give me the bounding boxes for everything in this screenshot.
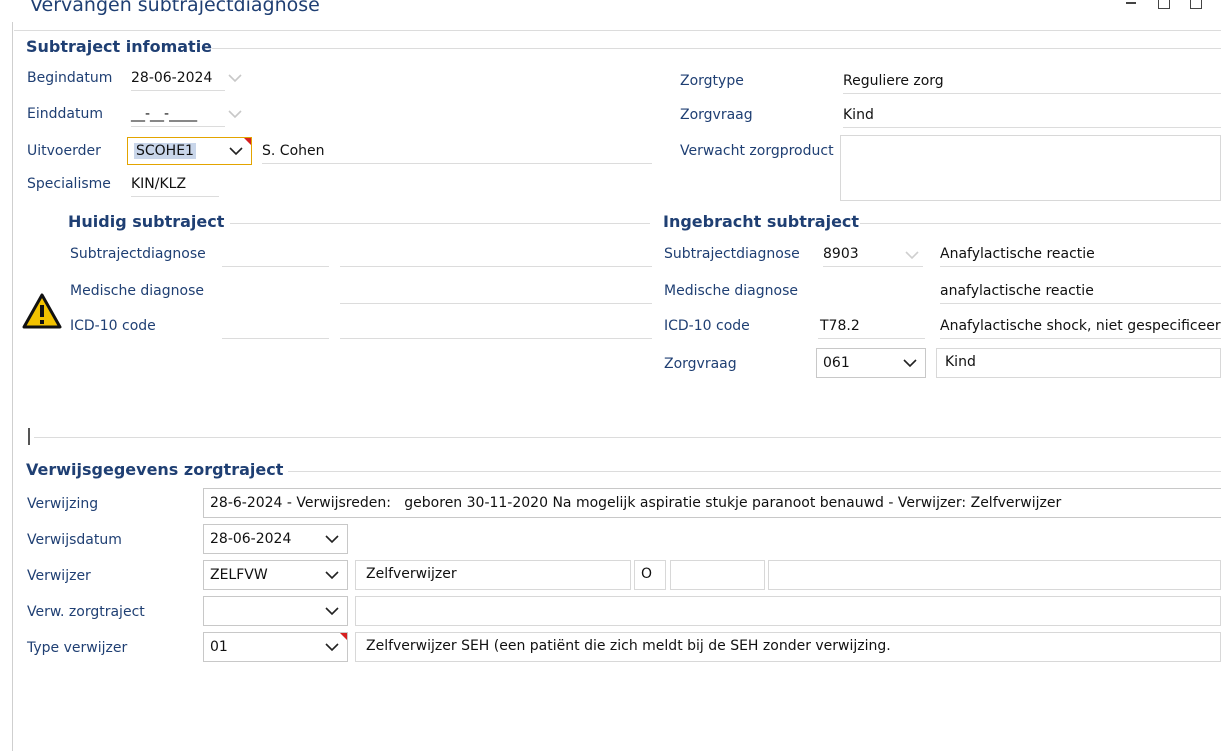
begindatum-dropdown-icon[interactable]	[228, 73, 242, 83]
huidig-icd10-description	[340, 318, 652, 339]
chevron-down-icon[interactable]	[325, 606, 339, 616]
chevron-down-icon[interactable]	[903, 358, 917, 368]
verw-zorgtraject-label: Verw. zorgtraject	[27, 604, 145, 620]
verwijsdatum-label: Verwijsdatum	[27, 532, 122, 548]
verwijzing-label: Verwijzing	[27, 496, 99, 512]
ingebracht-zorgvraag-select[interactable]: 061	[816, 348, 926, 378]
ingebracht-subtrajectdiagnose-label: Subtrajectdiagnose	[664, 246, 800, 262]
verwacht-zorgproduct-field[interactable]	[840, 135, 1221, 201]
huidig-subtrajectdiagnose-label: Subtrajectdiagnose	[70, 246, 206, 262]
ingebracht-icd10-code: T78.2	[818, 318, 925, 339]
ingebracht-icd10-label: ICD-10 code	[664, 318, 750, 334]
window-controls[interactable]	[1120, 0, 1220, 12]
chevron-down-icon[interactable]	[325, 642, 339, 652]
splitter-handle[interactable]	[28, 428, 30, 445]
verwacht-zorgproduct-label: Verwacht zorgproduct	[680, 143, 834, 159]
ingebracht-zorgvraag-code: 061	[823, 355, 850, 371]
ingebracht-subtrajectdiagnose-dropdown-icon[interactable]	[905, 250, 919, 260]
verwijzer-field-3	[670, 560, 765, 590]
verwijzing-select[interactable]: 28-6-2024 - Verwijsreden: geboren 30-11-…	[203, 488, 1221, 518]
zorgtype-label: Zorgtype	[680, 73, 744, 89]
maximize-icon[interactable]	[1158, 0, 1170, 9]
verwijzer-extra: O	[634, 560, 666, 590]
einddatum-field[interactable]: __-__-____	[131, 106, 225, 127]
chevron-down-icon[interactable]	[229, 146, 243, 156]
begindatum-label: Begindatum	[27, 70, 113, 86]
specialisme-label: Specialisme	[27, 176, 111, 192]
zorgvraag-label: Zorgvraag	[680, 107, 753, 123]
verwijzer-label: Verwijzer	[27, 568, 91, 584]
subtraject-heading: Subtraject infomatie	[26, 37, 213, 56]
required-marker	[340, 633, 347, 640]
ingebracht-icd10-description: Anafylactische shock, niet gespecificeer…	[940, 318, 1221, 339]
window-title: Vervangen subtrajectdiagnose	[30, 0, 320, 16]
huidig-heading: Huidig subtraject	[68, 212, 225, 231]
zorgtype-value: Reguliere zorg	[843, 73, 1221, 94]
einddatum-dropdown-icon[interactable]	[228, 109, 242, 119]
verw-zorgtraject-description	[355, 596, 1221, 626]
specialisme-value: KIN/KLZ	[131, 176, 219, 197]
subtraject-heading-line	[212, 48, 1221, 49]
verwijs-heading: Verwijsgegevens zorgtraject	[26, 460, 284, 479]
verwijzer-code: ZELFVW	[210, 567, 268, 583]
huidig-subtrajectdiagnose-description	[340, 246, 652, 267]
type-verwijzer-select[interactable]: 01	[203, 632, 348, 662]
ingebracht-medische-diagnose-label: Medische diagnose	[664, 283, 798, 299]
uitvoerder-name: S. Cohen	[262, 143, 652, 164]
verw-zorgtraject-select[interactable]	[203, 596, 348, 626]
verwijzer-select[interactable]: ZELFVW	[203, 560, 348, 590]
ingebracht-subtrajectdiagnose-description: Anafylactische reactie	[940, 246, 1221, 267]
form-left-border	[12, 22, 13, 751]
type-verwijzer-code: 01	[210, 639, 228, 655]
ingebracht-heading-line	[860, 223, 1221, 224]
section-separator	[34, 437, 1221, 438]
zorgvraag-value: Kind	[843, 107, 1221, 128]
einddatum-label: Einddatum	[27, 106, 103, 122]
chevron-down-icon[interactable]	[325, 534, 339, 544]
type-verwijzer-description: Zelfverwijzer SEH (een patiënt die zich …	[355, 632, 1221, 662]
verwijzer-field-4	[768, 560, 1221, 590]
uitvoerder-code: SCOHE1	[134, 143, 196, 159]
huidig-subtrajectdiagnose-code	[222, 246, 329, 267]
uitvoerder-label: Uitvoerder	[27, 143, 101, 159]
huidig-heading-line	[230, 223, 650, 224]
verwijsdatum-value: 28-06-2024	[210, 531, 292, 547]
huidig-icd10-code	[222, 318, 329, 339]
top-divider	[14, 30, 1221, 31]
verwijzer-name: Zelfverwijzer	[355, 560, 631, 590]
restore-icon[interactable]	[1190, 0, 1202, 9]
minimize-icon[interactable]	[1126, 2, 1136, 4]
huidig-medische-diagnose-description	[340, 283, 652, 304]
verwijsdatum-select[interactable]: 28-06-2024	[203, 524, 348, 554]
ingebracht-zorgvraag-label: Zorgvraag	[664, 356, 737, 372]
type-verwijzer-label: Type verwijzer	[27, 640, 128, 656]
verwijs-heading-line	[288, 471, 1221, 472]
uitvoerder-select[interactable]: SCOHE1	[127, 137, 252, 165]
warning-triangle-icon	[22, 293, 62, 329]
ingebracht-zorgvraag-description: Kind	[936, 348, 1221, 378]
verwijzing-value: 28-6-2024 - Verwijsreden: geboren 30-11-…	[210, 495, 1062, 511]
huidig-icd10-label: ICD-10 code	[70, 318, 156, 334]
huidig-medische-diagnose-label: Medische diagnose	[70, 283, 204, 299]
chevron-down-icon[interactable]	[325, 570, 339, 580]
ingebracht-medische-diagnose-description: anafylactische reactie	[940, 283, 1221, 304]
required-marker	[244, 138, 251, 145]
begindatum-field[interactable]: 28-06-2024	[131, 70, 225, 91]
ingebracht-heading: Ingebracht subtraject	[663, 212, 860, 231]
